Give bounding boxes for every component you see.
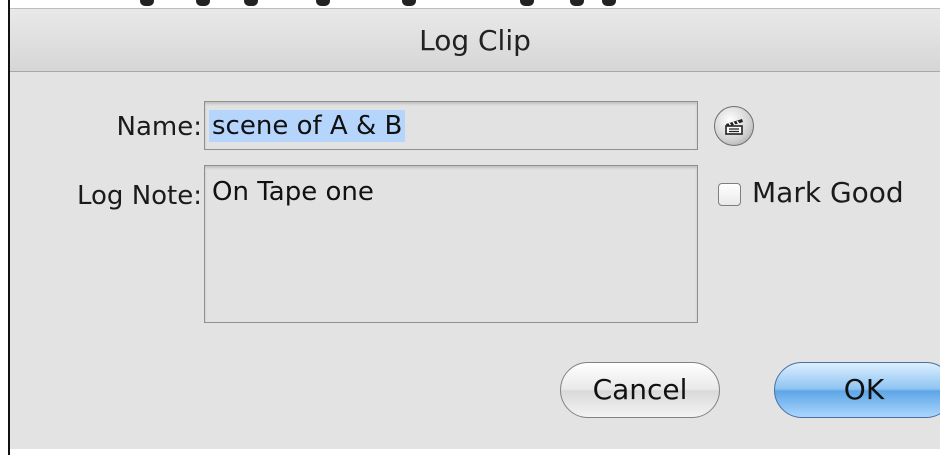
name-value: scene of A & B <box>209 110 406 142</box>
log-clip-dialog: Log Clip Name: scene of A & B Log Note: … <box>10 8 940 449</box>
log-note-label: Log Note: <box>76 181 202 211</box>
clapper-button[interactable] <box>714 106 754 146</box>
ok-button[interactable]: OK <box>774 362 940 418</box>
mark-good-label[interactable]: Mark Good <box>752 176 904 209</box>
mark-good-checkbox[interactable] <box>718 183 741 206</box>
dialog-title: Log Clip <box>419 24 531 57</box>
name-label: Name: <box>116 112 202 142</box>
log-note-value: On Tape one <box>212 177 374 207</box>
name-field[interactable]: scene of A & B <box>204 101 698 150</box>
dialog-titlebar: Log Clip <box>10 9 940 72</box>
cancel-button[interactable]: Cancel <box>560 362 720 418</box>
cropped-text-fragment <box>140 0 640 7</box>
log-note-field[interactable]: On Tape one <box>204 165 698 323</box>
screenshot-frame: Log Clip Name: scene of A & B Log Note: … <box>0 0 940 455</box>
clapperboard-icon <box>725 119 743 135</box>
